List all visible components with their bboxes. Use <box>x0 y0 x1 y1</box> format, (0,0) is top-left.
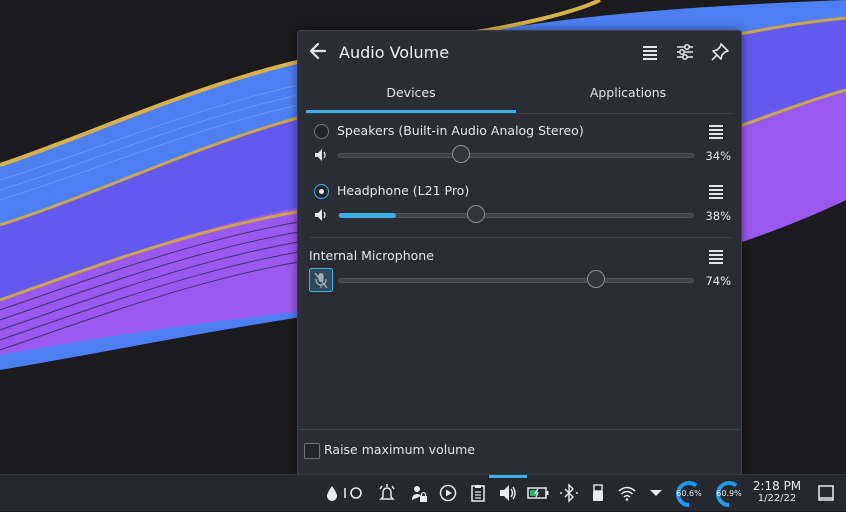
popup-title: Audio Volume <box>339 43 450 62</box>
pin-icon[interactable] <box>709 41 731 63</box>
volume-percent: 74% <box>705 274 731 288</box>
mixer-icon[interactable] <box>674 41 696 63</box>
menu-icon[interactable] <box>639 41 661 63</box>
clock-time: 2:18 PM <box>752 479 802 493</box>
tab-bar: Devices Applications <box>306 79 733 114</box>
alarm-icon[interactable] <box>377 483 397 503</box>
clock-date: 1/22/22 <box>757 493 797 504</box>
show-desktop-icon[interactable] <box>816 483 836 503</box>
bluetooth-icon[interactable] <box>557 483 581 503</box>
digital-clock[interactable]: 2:18 PM 1/22/22 <box>752 480 802 505</box>
volume-percent: 34% <box>705 149 731 163</box>
raise-max-volume-label[interactable]: Raise maximum volume <box>324 442 475 457</box>
speaker-icon[interactable] <box>313 148 329 162</box>
back-arrow-icon[interactable] <box>307 40 329 62</box>
active-indicator <box>489 475 527 478</box>
chevron-up-icon[interactable] <box>646 483 666 503</box>
popup-header: Audio Volume <box>298 31 741 75</box>
device-menu-icon[interactable] <box>709 185 725 199</box>
default-device-radio[interactable] <box>314 184 329 199</box>
cpu-gauge-1[interactable]: 60.6% <box>675 480 703 508</box>
section-divider <box>310 237 731 238</box>
volume-slider[interactable] <box>338 205 694 223</box>
device-name: Headphone (L21 Pro) <box>337 183 470 198</box>
gauge-value: 60.9% <box>716 489 742 498</box>
default-device-radio[interactable] <box>314 124 329 139</box>
tab-devices[interactable]: Devices <box>306 79 516 113</box>
speaker-icon[interactable] <box>313 208 329 222</box>
toggle-icon[interactable] <box>342 483 364 503</box>
slider-handle[interactable] <box>466 205 485 223</box>
input-device-name: Internal Microphone <box>309 248 434 263</box>
lock-icon[interactable] <box>409 483 429 503</box>
popup-footer: Raise maximum volume <box>298 429 741 476</box>
raindrop-icon[interactable] <box>322 483 342 503</box>
raise-max-volume-checkbox[interactable] <box>304 443 320 459</box>
slider-handle[interactable] <box>452 145 471 163</box>
tab-applications[interactable]: Applications <box>523 79 733 113</box>
slider-handle[interactable] <box>586 270 605 288</box>
clipboard-icon[interactable] <box>468 483 488 503</box>
battery-icon[interactable] <box>526 483 550 503</box>
device-menu-icon[interactable] <box>709 125 725 139</box>
mic-volume-slider[interactable] <box>338 270 694 288</box>
usb-icon[interactable] <box>588 483 608 503</box>
volume-percent: 38% <box>705 209 731 223</box>
play-icon[interactable] <box>438 483 458 503</box>
cpu-gauge-2[interactable]: 60.9% <box>715 480 743 508</box>
gauge-value: 60.6% <box>676 489 702 498</box>
volume-icon[interactable] <box>498 483 518 503</box>
mic-muted-icon[interactable] <box>309 268 333 292</box>
volume-level-meter <box>339 213 396 218</box>
taskbar: 60.6% 60.9% 2:18 PM 1/22/22 <box>0 474 846 511</box>
device-name: Speakers (Built-in Audio Analog Stereo) <box>337 123 584 138</box>
wifi-icon[interactable] <box>617 483 637 503</box>
audio-volume-popup: Audio Volume Devices Applications Speake… <box>297 30 742 476</box>
volume-slider[interactable] <box>338 145 694 163</box>
device-menu-icon[interactable] <box>709 250 725 264</box>
